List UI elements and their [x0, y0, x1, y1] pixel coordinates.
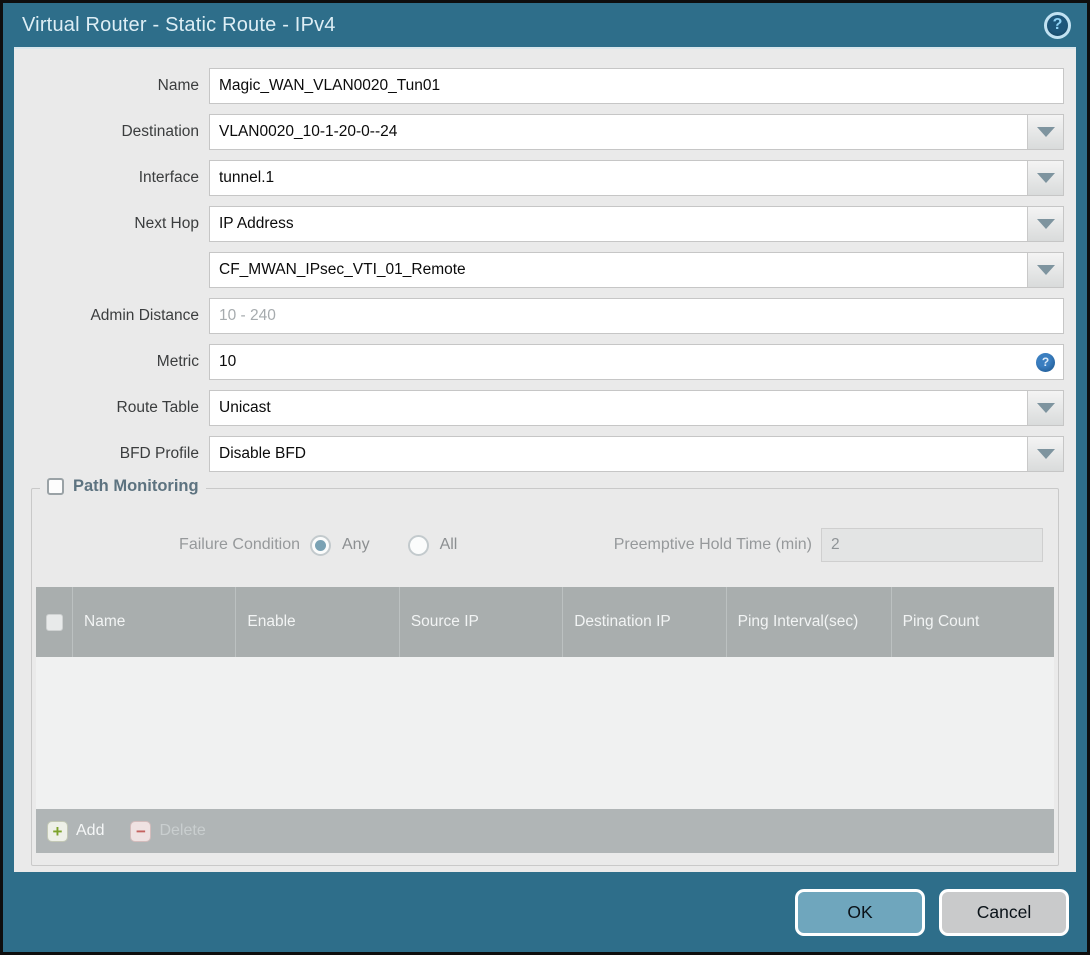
path-monitoring-table: Name Enable Source IP Destination IP Pin… — [36, 587, 1054, 853]
path-monitoring-checkbox[interactable] — [47, 478, 64, 495]
failure-condition-label: Failure Condition — [179, 536, 300, 553]
chevron-down-icon — [1036, 127, 1055, 137]
failure-condition-option-all[interactable]: All — [407, 534, 458, 556]
dialog-window: Virtual Router - Static Route - IPv4 ? N… — [0, 0, 1090, 955]
bfd-profile-label: BFD Profile — [119, 445, 199, 462]
next-hop-address-value: CF_MWAN_IPsec_VTI_01_Remote — [219, 261, 466, 278]
preemptive-hold-time-input[interactable] — [821, 528, 1043, 562]
delete-button[interactable]: − Delete — [130, 820, 206, 842]
route-table-value: Unicast — [219, 399, 271, 416]
admin-distance-label: Admin Distance — [90, 307, 199, 324]
path-monitoring-group: Path Monitoring Failure Condition Any Al… — [31, 477, 1059, 866]
form-row-route-table: Route Table Unicast — [14, 390, 1076, 426]
destination-label: Destination — [121, 123, 199, 140]
dialog-title: Virtual Router - Static Route - IPv4 — [22, 13, 336, 36]
form-row-next-hop-address: CF_MWAN_IPsec_VTI_01_Remote — [14, 252, 1076, 288]
bfd-profile-dropdown-button[interactable] — [1027, 437, 1063, 471]
interface-combobox[interactable]: tunnel.1 — [209, 160, 1064, 196]
plus-icon: + — [47, 820, 68, 842]
bfd-profile-combobox[interactable]: Disable BFD — [209, 436, 1064, 472]
chevron-down-icon — [1036, 403, 1055, 413]
radio-any-label: Any — [342, 536, 370, 553]
add-button[interactable]: + Add — [47, 820, 105, 842]
column-header-ping-count[interactable]: Ping Count — [890, 587, 1054, 657]
column-header-source-ip[interactable]: Source IP — [398, 587, 562, 657]
destination-dropdown-button[interactable] — [1027, 115, 1063, 149]
preemptive-hold-time-label: Preemptive Hold Time (min) — [613, 536, 812, 553]
radio-any[interactable] — [310, 534, 331, 556]
metric-input[interactable] — [210, 345, 1036, 379]
interface-dropdown-button[interactable] — [1027, 161, 1063, 195]
help-icon[interactable]: ? — [1044, 11, 1071, 39]
delete-button-label: Delete — [159, 822, 206, 839]
destination-value: VLAN0020_10-1-20-0--24 — [219, 123, 398, 140]
next-hop-address-dropdown-button[interactable] — [1027, 253, 1063, 287]
next-hop-address-combobox[interactable]: CF_MWAN_IPsec_VTI_01_Remote — [209, 252, 1064, 288]
info-icon[interactable]: ? — [1036, 352, 1055, 372]
route-table-dropdown-button[interactable] — [1027, 391, 1063, 425]
dialog-footer: OK Cancel — [3, 872, 1087, 952]
title-bar: Virtual Router - Static Route - IPv4 ? — [3, 3, 1087, 47]
metric-label: Metric — [156, 353, 199, 370]
chevron-down-icon — [1036, 173, 1055, 183]
failure-condition-row: Failure Condition Any All Preemptive Hol… — [32, 528, 1058, 562]
interface-value: tunnel.1 — [219, 169, 275, 186]
route-table-combobox[interactable]: Unicast — [209, 390, 1064, 426]
path-monitoring-title: Path Monitoring — [73, 477, 199, 495]
column-header-name[interactable]: Name — [72, 587, 235, 657]
table-footer: + Add − Delete — [36, 809, 1054, 853]
form-row-destination: Destination VLAN0020_10-1-20-0--24 — [14, 114, 1076, 150]
failure-condition-option-any[interactable]: Any — [310, 534, 370, 556]
dialog-content: Name Destination VLAN0020_10-1-20-0--24 … — [14, 47, 1076, 872]
ok-button[interactable]: OK — [795, 888, 925, 936]
table-header: Name Enable Source IP Destination IP Pin… — [36, 587, 1054, 657]
table-body-empty — [36, 657, 1054, 809]
name-input[interactable] — [210, 69, 1063, 103]
next-hop-combobox[interactable]: IP Address — [209, 206, 1064, 242]
radio-all-label: All — [439, 536, 458, 553]
chevron-down-icon — [1036, 449, 1055, 459]
destination-combobox[interactable]: VLAN0020_10-1-20-0--24 — [209, 114, 1064, 150]
chevron-down-icon — [1036, 219, 1055, 229]
form-row-name: Name — [14, 68, 1076, 104]
table-header-checkbox-cell — [36, 587, 72, 657]
column-header-destination-ip[interactable]: Destination IP — [562, 587, 725, 657]
add-button-label: Add — [76, 822, 105, 839]
minus-icon: − — [130, 820, 152, 842]
column-header-ping-interval[interactable]: Ping Interval(sec) — [725, 587, 891, 657]
name-label: Name — [157, 77, 199, 94]
interface-label: Interface — [138, 169, 199, 186]
form-row-metric: Metric ? — [14, 344, 1076, 380]
chevron-down-icon — [1036, 265, 1055, 275]
radio-all[interactable] — [407, 534, 429, 556]
column-header-enable[interactable]: Enable — [235, 587, 398, 657]
path-monitoring-legend: Path Monitoring — [40, 477, 206, 496]
next-hop-dropdown-button[interactable] — [1027, 207, 1063, 241]
next-hop-label: Next Hop — [134, 215, 199, 232]
form-row-admin-distance: Admin Distance — [14, 298, 1076, 334]
form-row-interface: Interface tunnel.1 — [14, 160, 1076, 196]
select-all-checkbox[interactable] — [45, 613, 63, 631]
metric-field-shell: ? — [209, 344, 1064, 380]
name-field-shell — [209, 68, 1064, 104]
form-row-bfd-profile: BFD Profile Disable BFD — [14, 436, 1076, 472]
admin-distance-field-shell — [209, 298, 1064, 334]
form-row-next-hop: Next Hop IP Address — [14, 206, 1076, 242]
next-hop-value: IP Address — [219, 215, 294, 232]
cancel-button[interactable]: Cancel — [939, 888, 1069, 936]
route-table-label: Route Table — [116, 399, 199, 416]
bfd-profile-value: Disable BFD — [219, 445, 306, 462]
admin-distance-input[interactable] — [210, 299, 1063, 333]
